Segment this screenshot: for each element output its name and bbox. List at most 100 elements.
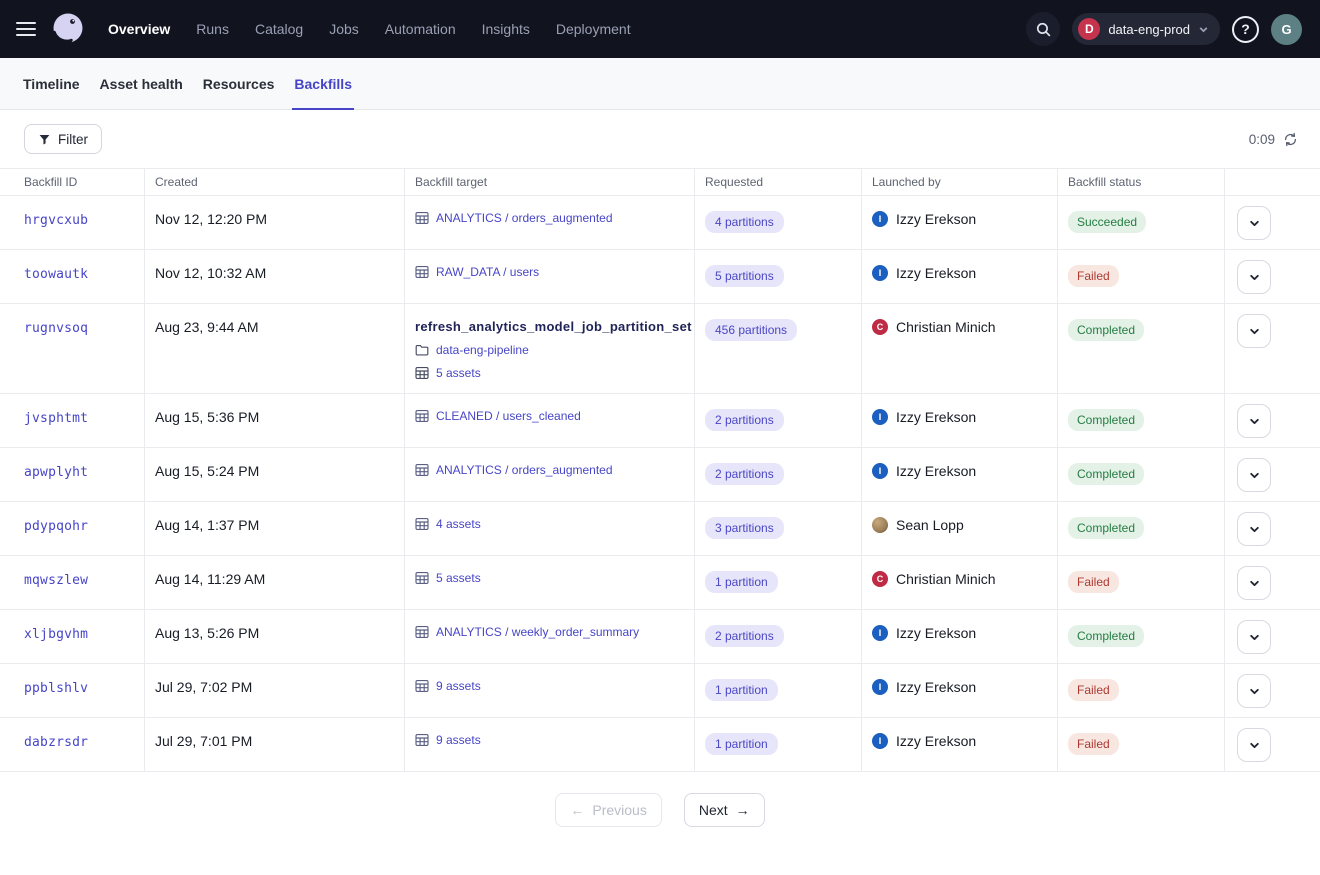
dagster-logo-icon[interactable] <box>48 9 88 49</box>
status-badge: Completed <box>1068 625 1144 647</box>
asset-table-icon <box>415 265 429 279</box>
column-header-launched-by: Launched by <box>862 169 1058 195</box>
nav-right: D data-eng-prod ? G <box>1026 12 1302 46</box>
tab-timeline[interactable]: Timeline <box>21 58 82 109</box>
refresh-timer: 0:09 <box>1249 132 1275 147</box>
user-avatar-photo <box>872 517 888 533</box>
assets-count-link[interactable]: 4 assets <box>415 517 481 531</box>
assets-count-link[interactable]: 5 assets <box>415 366 481 380</box>
nav-item-runs[interactable]: Runs <box>196 21 229 37</box>
backfill-id-link[interactable]: jvsphtmt <box>24 411 88 426</box>
launched-by: IIzzy Erekson <box>872 733 1047 749</box>
asset-link[interactable]: RAW_DATA / users <box>415 265 539 279</box>
folder-icon <box>415 343 429 357</box>
requested-partitions-badge: 1 partition <box>705 571 778 593</box>
menu-icon[interactable] <box>16 18 36 40</box>
nav-item-overview[interactable]: Overview <box>108 21 170 37</box>
previous-page-button[interactable]: ← Previous <box>555 793 661 827</box>
launched-by: IIzzy Erekson <box>872 211 1047 227</box>
column-header-backfill-status: Backfill status <box>1058 169 1225 195</box>
user-avatar-initial: I <box>872 211 888 227</box>
launched-by: Sean Lopp <box>872 517 1047 533</box>
user-avatar-initial: I <box>872 463 888 479</box>
nav-item-insights[interactable]: Insights <box>482 21 530 37</box>
assets-count-link[interactable]: 5 assets <box>415 571 481 585</box>
row-expand-button[interactable] <box>1237 206 1271 240</box>
next-page-button[interactable]: Next → <box>684 793 765 827</box>
asset-link[interactable]: ANALYTICS / orders_augmented <box>415 211 613 225</box>
launched-by: IIzzy Erekson <box>872 409 1047 425</box>
tab-asset-health[interactable]: Asset health <box>98 58 185 109</box>
row-expand-button[interactable] <box>1237 674 1271 708</box>
status-badge: Completed <box>1068 463 1144 485</box>
chevron-down-icon <box>1249 218 1260 229</box>
launched-by: IIzzy Erekson <box>872 265 1047 281</box>
arrow-right-icon: → <box>736 802 750 818</box>
assets-count-link[interactable]: 9 assets <box>415 679 481 693</box>
row-expand-button[interactable] <box>1237 620 1271 654</box>
top-nav: Overview Runs Catalog Jobs Automation Insight… <box>0 0 1320 58</box>
row-expand-button[interactable] <box>1237 566 1271 600</box>
user-name: Izzy Erekson <box>896 679 976 695</box>
asset-table-icon <box>415 463 429 477</box>
row-expand-button[interactable] <box>1237 512 1271 546</box>
nav-item-catalog[interactable]: Catalog <box>255 21 303 37</box>
requested-partitions-badge: 1 partition <box>705 679 778 701</box>
table-row: rugnvsoqAug 23, 9:44 AMrefresh_analytics… <box>0 304 1320 394</box>
asset-table-icon <box>415 517 429 531</box>
requested-partitions-badge: 2 partitions <box>705 409 784 431</box>
asset-link[interactable]: ANALYTICS / weekly_order_summary <box>415 625 639 639</box>
asset-link[interactable]: ANALYTICS / orders_augmented <box>415 463 613 477</box>
backfill-id-link[interactable]: apwplyht <box>24 465 88 480</box>
created-timestamp: Aug 14, 1:37 PM <box>155 517 259 533</box>
row-expand-button[interactable] <box>1237 728 1271 762</box>
workspace-switcher[interactable]: D data-eng-prod <box>1072 13 1220 45</box>
created-timestamp: Aug 23, 9:44 AM <box>155 319 259 335</box>
nav-item-jobs[interactable]: Jobs <box>329 21 359 37</box>
requested-partitions-badge: 4 partitions <box>705 211 784 233</box>
user-name: Izzy Erekson <box>896 625 976 641</box>
backfill-id-link[interactable]: mqwszlew <box>24 573 88 588</box>
chevron-down-icon <box>1249 578 1260 589</box>
asset-link[interactable]: CLEANED / users_cleaned <box>415 409 581 423</box>
nav-item-deployment[interactable]: Deployment <box>556 21 631 37</box>
requested-partitions-badge: 456 partitions <box>705 319 797 341</box>
filter-button[interactable]: Filter <box>24 124 102 154</box>
backfill-id-link[interactable]: toowautk <box>24 267 88 282</box>
nav-item-automation[interactable]: Automation <box>385 21 456 37</box>
chevron-down-icon <box>1249 470 1260 481</box>
workspace-label: data-eng-prod <box>1108 22 1190 37</box>
status-badge: Succeeded <box>1068 211 1146 233</box>
row-expand-button[interactable] <box>1237 260 1271 294</box>
backfill-id-link[interactable]: pdypqohr <box>24 519 88 534</box>
backfill-id-link[interactable]: dabzrsdr <box>24 735 88 750</box>
backfill-id-link[interactable]: hrgvcxub <box>24 213 88 228</box>
tab-resources[interactable]: Resources <box>201 58 277 109</box>
backfill-id-link[interactable]: ppblshlv <box>24 681 88 696</box>
tab-backfills[interactable]: Backfills <box>292 58 354 109</box>
search-icon[interactable] <box>1026 12 1060 46</box>
backfill-id-link[interactable]: rugnvsoq <box>24 321 88 336</box>
column-header-actions <box>1225 169 1320 195</box>
chevron-down-icon <box>1198 24 1209 35</box>
created-timestamp: Aug 15, 5:24 PM <box>155 463 259 479</box>
row-expand-button[interactable] <box>1237 404 1271 438</box>
refresh-icon[interactable] <box>1283 132 1298 147</box>
help-icon[interactable]: ? <box>1232 16 1259 43</box>
row-expand-button[interactable] <box>1237 314 1271 348</box>
created-timestamp: Aug 15, 5:36 PM <box>155 409 259 425</box>
tab-bar: Timeline Asset health Resources Backfills <box>0 58 1320 110</box>
assets-count-link[interactable]: 9 assets <box>415 733 481 747</box>
user-avatar[interactable]: G <box>1271 14 1302 45</box>
asset-table-icon <box>415 366 429 380</box>
asset-table-icon <box>415 679 429 693</box>
refresh-area: 0:09 <box>1249 132 1298 147</box>
backfill-id-link[interactable]: xljbgvhm <box>24 627 88 642</box>
repository-link[interactable]: data-eng-pipeline <box>415 343 529 357</box>
toolbar: Filter 0:09 <box>0 110 1320 168</box>
requested-partitions-badge: 5 partitions <box>705 265 784 287</box>
row-expand-button[interactable] <box>1237 458 1271 492</box>
requested-partitions-badge: 1 partition <box>705 733 778 755</box>
pagination: ← Previous Next → <box>0 793 1320 827</box>
requested-partitions-badge: 2 partitions <box>705 625 784 647</box>
